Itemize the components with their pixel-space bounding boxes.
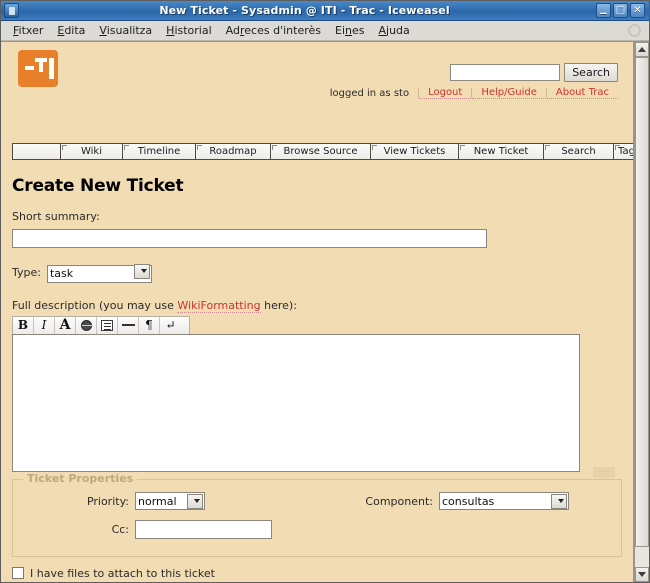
window-controls: _ □ ✕ (596, 0, 647, 18)
trac-page: Search logged in as sto Logout Help/Guid… (1, 42, 634, 582)
nav-tab-spacer (12, 143, 60, 160)
attach-label: I have files to attach to this ticket (30, 566, 215, 580)
wikiformatting-link[interactable]: WikiFormatting (177, 298, 261, 313)
link-icon[interactable] (76, 316, 97, 334)
nav-tab-search[interactable]: Search (543, 143, 613, 160)
ticket-properties-legend: Ticket Properties (23, 471, 138, 485)
ticket-properties-grid: Priority: normal Cc: Component: consulta… (13, 492, 621, 548)
summary-input[interactable] (12, 229, 487, 248)
page-title: Create New Ticket (12, 176, 184, 196)
close-icon: ✕ (633, 5, 642, 16)
bold-icon[interactable]: B (13, 316, 34, 334)
component-field-row: Component: consultas (317, 492, 621, 511)
scroll-up-button[interactable] (635, 42, 649, 57)
nav-tab-browse-source[interactable]: Browse Source (270, 143, 370, 160)
description-label: Full description (you may use WikiFormat… (12, 298, 622, 313)
minimize-icon: _ (600, 0, 607, 15)
type-select-wrapper: task (46, 262, 152, 283)
scrollbar-track[interactable] (635, 57, 649, 567)
nav-tab-roadmap[interactable]: Roadmap (195, 143, 270, 160)
priority-select[interactable]: normal (135, 492, 205, 510)
cc-field-row: Cc: (13, 519, 317, 539)
main-content: Create New Ticket Short summary: Type: t… (12, 168, 622, 582)
trac-logo-icon[interactable] (18, 50, 58, 87)
line-break-icon[interactable]: ↵ (160, 317, 181, 334)
horizontal-rule-icon[interactable] (118, 316, 139, 334)
throbber-icon (628, 24, 641, 37)
chevron-up-icon (638, 47, 646, 52)
scrollbar-thumb[interactable] (635, 57, 649, 547)
ticket-properties-right-column: Component: consultas (317, 492, 621, 548)
nav-tab-timeline[interactable]: Timeline (122, 143, 195, 160)
menu-bar: Fitxer Edita Visualitza Historial Adrece… (1, 21, 649, 41)
paragraph-icon[interactable]: ¶ (139, 316, 160, 334)
nav-tab-tags[interactable]: Tags (613, 143, 633, 160)
description-label-pre: Full description (you may use (12, 298, 178, 312)
search-input[interactable] (450, 64, 561, 81)
heading-icon[interactable]: A (55, 316, 76, 334)
nav-tab-new-ticket[interactable]: New Ticket (458, 143, 543, 160)
cc-input[interactable] (135, 519, 272, 539)
scroll-down-button[interactable] (635, 567, 649, 582)
logout-link[interactable]: Logout (419, 87, 472, 99)
menu-item-historial[interactable]: Historial (159, 22, 219, 39)
menu-item-ajuda[interactable]: Ajuda (372, 22, 417, 39)
menu-item-eines[interactable]: Eines (328, 22, 372, 39)
site-search: Search (450, 63, 618, 82)
component-select[interactable]: consultas (439, 492, 569, 510)
menu-item-visualitza[interactable]: Visualitza (92, 22, 159, 39)
browser-viewport: Search logged in as sto Logout Help/Guid… (1, 41, 649, 582)
nav-tab-wiki[interactable]: Wiki (60, 143, 122, 160)
menu-item-adreces-dinteres[interactable]: Adreces d'interès (219, 22, 328, 39)
ticket-properties-left-column: Priority: normal Cc: (13, 492, 317, 548)
textarea-resize-grip[interactable]: ··· (593, 466, 615, 478)
title-bar: New Ticket - Sysadmin @ ITI - Trac - Ice… (1, 1, 649, 21)
search-button[interactable]: Search (564, 63, 618, 82)
user-meta-row: logged in as sto Logout Help/Guide About… (330, 87, 618, 99)
trac-header: Search logged in as sto Logout Help/Guid… (1, 42, 633, 104)
browser-icon (4, 3, 19, 18)
summary-label: Short summary: (12, 210, 100, 223)
type-field-row: Type: task (12, 262, 622, 283)
ticket-properties-fieldset: Ticket Properties ··· Priority: normal C… (12, 466, 622, 557)
attach-checkbox[interactable] (12, 567, 24, 579)
logged-in-label: logged in as sto (329, 87, 410, 99)
about-trac-link[interactable]: About Trac (546, 87, 618, 99)
priority-select-wrapper: normal (135, 492, 205, 510)
description-label-post: here): (260, 298, 297, 312)
cc-label: Cc: (111, 522, 129, 536)
nav-tab-view-tickets[interactable]: View Tickets (370, 143, 458, 160)
window-title: New Ticket - Sysadmin @ ITI - Trac - Ice… (159, 4, 450, 17)
maximize-button[interactable]: □ (613, 3, 628, 18)
priority-label: Priority: (86, 494, 129, 508)
menu-item-fitxer[interactable]: Fitxer (6, 22, 50, 39)
wiki-format-toolbar: B I A ¶ ↵ (12, 315, 190, 334)
attachment-row: I have files to attach to this ticket (12, 567, 622, 580)
component-select-wrapper: consultas (439, 492, 569, 510)
menu-item-edita[interactable]: Edita (50, 22, 92, 39)
type-select[interactable]: task (46, 264, 152, 283)
main-navigation: Wiki Timeline Roadmap Browse Source View… (12, 143, 633, 160)
list-icon[interactable] (97, 316, 118, 334)
browser-window: New Ticket - Sysadmin @ ITI - Trac - Ice… (0, 0, 650, 583)
type-label: Type: (12, 265, 41, 279)
help-guide-link[interactable]: Help/Guide (472, 87, 546, 99)
description-textarea[interactable] (12, 333, 580, 472)
minimize-button[interactable]: _ (596, 0, 611, 18)
close-button[interactable]: ✕ (630, 3, 645, 18)
chevron-down-icon (638, 572, 646, 577)
maximize-icon: □ (615, 5, 626, 16)
priority-field-row: Priority: normal (13, 492, 317, 511)
component-label: Component: (365, 494, 433, 508)
italic-icon[interactable]: I (34, 316, 55, 334)
vertical-scrollbar[interactable] (634, 42, 649, 582)
